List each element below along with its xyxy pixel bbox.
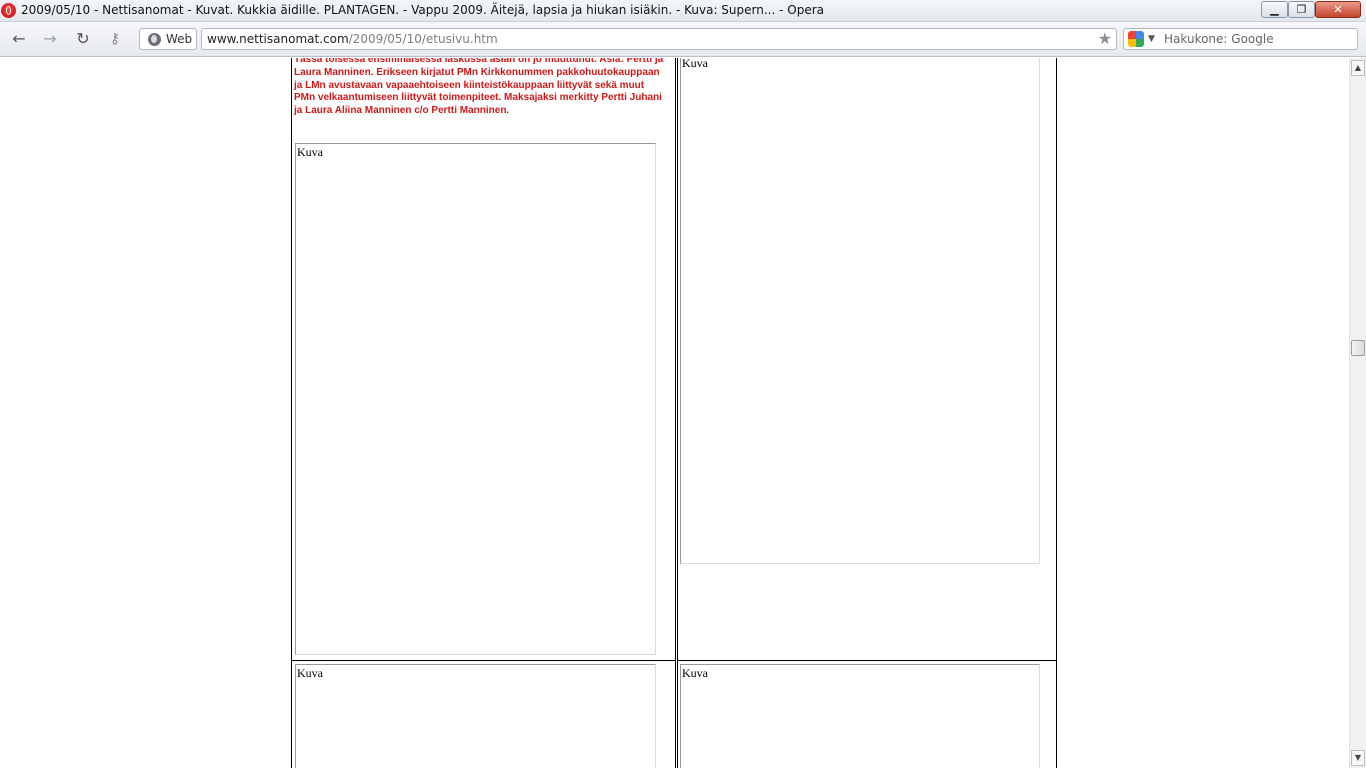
reload-button[interactable]: ↻ xyxy=(72,29,94,49)
image-alt-text: Kuva xyxy=(297,666,323,680)
address-bar[interactable]: www.nettisanomat.com/2009/05/10/etusivu.… xyxy=(201,28,1117,50)
image-placeholder[interactable]: Kuva xyxy=(295,143,656,655)
url-path: /2009/05/10/etusivu.htm xyxy=(348,32,498,46)
article-red-text: Tässä toisessa ensimmäisessä laskussa as… xyxy=(294,58,664,117)
scrollbar-thumb[interactable] xyxy=(1351,340,1365,356)
page-content: Tässä toisessa ensimmäisessä laskussa as… xyxy=(0,58,1349,768)
close-icon: ✕ xyxy=(1333,3,1343,16)
navigation-toolbar: ← → ↻ ⚷ Web www.nettisanomat.com/2009/05… xyxy=(0,22,1366,57)
close-button[interactable]: ✕ xyxy=(1315,1,1361,18)
scroll-down-arrow-icon[interactable]: ▼ xyxy=(1351,750,1365,766)
wand-key-icon[interactable]: ⚷ xyxy=(104,29,126,49)
image-alt-text: Kuva xyxy=(297,145,323,159)
web-site-info-button[interactable]: Web xyxy=(139,28,197,50)
opera-logo-icon[interactable] xyxy=(1,3,16,18)
minimize-button[interactable]: ▁ xyxy=(1261,1,1288,18)
forward-button[interactable]: → xyxy=(39,29,61,49)
search-input[interactable] xyxy=(1164,31,1354,47)
image-alt-text: Kuva xyxy=(682,666,708,680)
globe-icon xyxy=(148,33,161,46)
chevron-down-icon[interactable]: ▼ xyxy=(1148,32,1155,46)
url-host: www.nettisanomat.com xyxy=(207,32,349,46)
maximize-button[interactable]: ❐ xyxy=(1288,1,1315,18)
url-text: www.nettisanomat.com/2009/05/10/etusivu.… xyxy=(207,32,498,46)
maximize-icon: ❐ xyxy=(1296,3,1307,16)
search-box[interactable]: ▼ xyxy=(1123,28,1358,50)
image-alt-text: Kuva xyxy=(682,58,708,70)
image-placeholder[interactable]: Kuva xyxy=(295,664,656,768)
vertical-scrollbar[interactable]: ▲ ▼ xyxy=(1349,58,1366,768)
window-title-bar: 2009/05/10 - Nettisanomat - Kuvat. Kukki… xyxy=(0,0,1366,22)
image-placeholder[interactable]: Kuva xyxy=(680,58,1040,564)
window-title: 2009/05/10 - Nettisanomat - Kuvat. Kukki… xyxy=(21,3,824,17)
back-button[interactable]: ← xyxy=(8,29,30,49)
google-icon[interactable] xyxy=(1128,31,1144,47)
web-label: Web xyxy=(166,32,193,46)
bookmark-star-icon[interactable]: ★ xyxy=(1098,29,1112,49)
scroll-up-arrow-icon[interactable]: ▲ xyxy=(1351,60,1365,76)
minimize-icon: ▁ xyxy=(1270,3,1279,16)
image-placeholder[interactable]: Kuva xyxy=(680,664,1040,768)
